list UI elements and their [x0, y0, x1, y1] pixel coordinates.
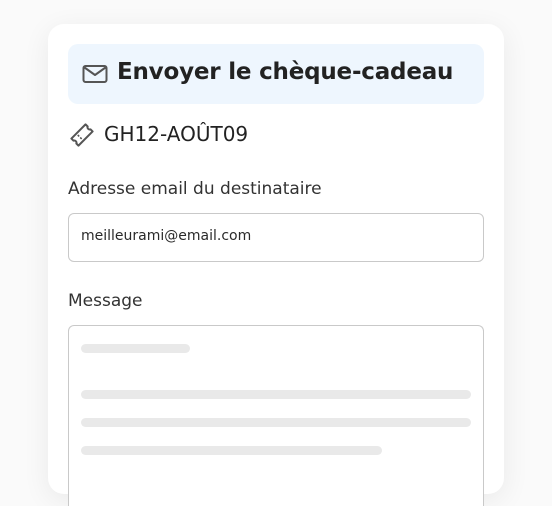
mail-icon — [82, 65, 108, 83]
message-placeholder-line — [81, 418, 471, 427]
dialog-header: Envoyer le chèque-cadeau — [68, 44, 484, 104]
send-gift-card-dialog: Envoyer le chèque-cadeau GH12-AOÛT09 Adr… — [48, 24, 504, 506]
message-placeholder-line — [81, 446, 382, 455]
email-label: Adresse email du destinataire — [68, 179, 322, 199]
message-placeholder-line — [81, 390, 471, 399]
message-placeholder-line — [81, 344, 190, 353]
email-value: meilleurami@email.com — [81, 228, 252, 244]
dialog-title: Envoyer le chèque-cadeau — [117, 59, 454, 85]
voucher-code: GH12-AOÛT09 — [104, 122, 249, 146]
message-label: Message — [68, 291, 143, 311]
recipient-email-input[interactable]: meilleurami@email.com — [68, 213, 484, 262]
ticket-tag-icon — [70, 123, 94, 147]
message-textarea[interactable] — [68, 325, 484, 506]
voucher-code-row: GH12-AOÛT09 — [68, 120, 368, 150]
